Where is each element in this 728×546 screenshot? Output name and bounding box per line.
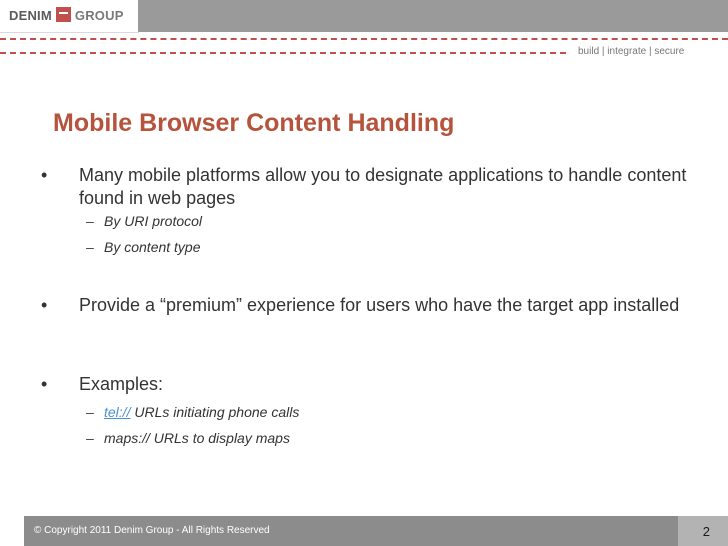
header-divider-top [0, 38, 728, 40]
page-number: 2 [702, 524, 710, 539]
sub-bullet-text: By URI protocol [104, 213, 203, 229]
logo-word-denim: DENIM [9, 8, 52, 23]
header-bar [138, 0, 728, 32]
sub-bullet-marker: – [86, 239, 94, 255]
sub-bullet-text: By content type [104, 239, 201, 255]
tagline: build | integrate | secure [578, 46, 685, 57]
logo-mark-icon [55, 7, 71, 22]
copyright-text: © Copyright 2011 Denim Group - All Right… [34, 525, 270, 536]
bullet-marker: • [41, 374, 48, 394]
footer-bar: © Copyright 2011 Denim Group - All Right… [24, 516, 728, 546]
sub-bullet-text: URLs initiating phone calls [130, 404, 300, 420]
logo-box: DENIM GROUP [0, 0, 139, 33]
bullet-text: Many mobile platforms allow you to desig… [79, 165, 687, 208]
bullet-marker: • [41, 295, 48, 315]
sub-bullet-marker: – [86, 404, 94, 420]
sub-bullet-item: – By URI protocol [86, 213, 202, 229]
bullet-marker: • [41, 165, 48, 185]
tel-link[interactable]: tel:// [104, 404, 130, 420]
sub-bullet-marker: – [86, 430, 94, 446]
header-divider-bottom [0, 52, 566, 54]
sub-bullet-item: – By content type [86, 239, 201, 255]
bullet-text: Provide a “premium” experience for users… [79, 295, 680, 315]
sub-bullet-item: – tel:// URLs initiating phone calls [86, 404, 299, 420]
logo-word-group: GROUP [74, 8, 124, 23]
page-number-box: 2 [678, 516, 728, 546]
slide-title: Mobile Browser Content Handling [53, 109, 455, 137]
bullet-text: Examples: [79, 374, 164, 394]
company-logo: DENIM GROUP [9, 7, 124, 23]
sub-bullet-item: – maps:// URLs to display maps [86, 430, 290, 446]
sub-bullet-marker: – [86, 213, 94, 229]
sub-bullet-text: maps:// URLs to display maps [104, 430, 290, 446]
